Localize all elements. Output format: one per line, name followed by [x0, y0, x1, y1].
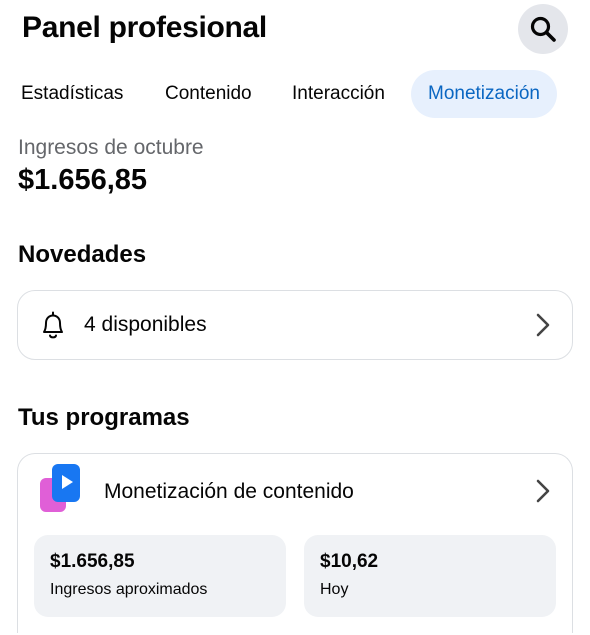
stat-value: $1.656,85 — [50, 551, 135, 572]
programs-section-title: Tus programas — [18, 404, 190, 431]
news-count-text: 4 disponibles — [84, 313, 207, 336]
search-button[interactable] — [518, 4, 568, 54]
stat-label: Ingresos aproximados — [50, 581, 208, 598]
bell-icon — [43, 311, 63, 339]
program-title: Monetización de contenido — [104, 480, 354, 503]
stat-tile-today: $10,62 Hoy — [304, 535, 556, 617]
news-section-title: Novedades — [18, 241, 147, 268]
stat-tile-estimated-earnings: $1.656,85 Ingresos aproximados — [34, 535, 286, 617]
stat-label: Hoy — [320, 581, 349, 598]
chevron-right-icon — [536, 313, 550, 337]
stat-value: $10,62 — [320, 551, 379, 572]
tab-contenido[interactable]: Contenido — [165, 70, 252, 118]
program-card[interactable]: Monetización de contenido $1.656,85 Ingr… — [17, 453, 573, 633]
tab-estadisticas[interactable]: Estadísticas — [21, 70, 123, 118]
news-card[interactable]: 4 disponibles — [17, 290, 573, 360]
header: Panel profesional — [0, 0, 590, 62]
tab-interaccion[interactable]: Interacción — [292, 70, 385, 118]
content-monetization-icon — [40, 464, 80, 512]
earnings-label: Ingresos de octubre — [18, 136, 204, 159]
search-icon — [530, 16, 556, 42]
page-title: Panel profesional — [22, 11, 267, 44]
tab-bar: Estadísticas Contenido Interacción Monet… — [0, 70, 590, 118]
earnings-value: $1.656,85 — [18, 164, 148, 196]
tab-monetizacion[interactable]: Monetización — [411, 70, 557, 118]
chevron-right-icon — [536, 479, 550, 503]
